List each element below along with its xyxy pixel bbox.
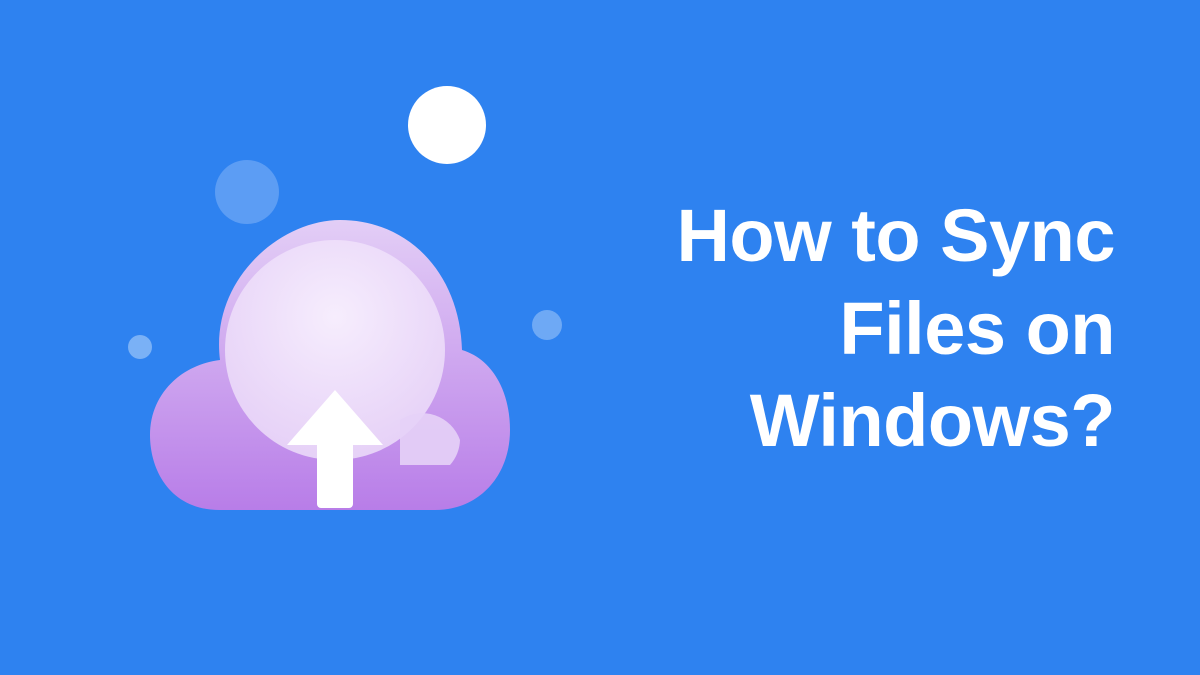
decorative-dot <box>408 86 486 164</box>
decorative-dot <box>128 335 152 359</box>
page-title: How to Sync Files on Windows? <box>585 190 1115 468</box>
cloud-upload-icon <box>150 210 510 540</box>
decorative-dot <box>532 310 562 340</box>
hero-banner: How to Sync Files on Windows? <box>0 0 1200 675</box>
